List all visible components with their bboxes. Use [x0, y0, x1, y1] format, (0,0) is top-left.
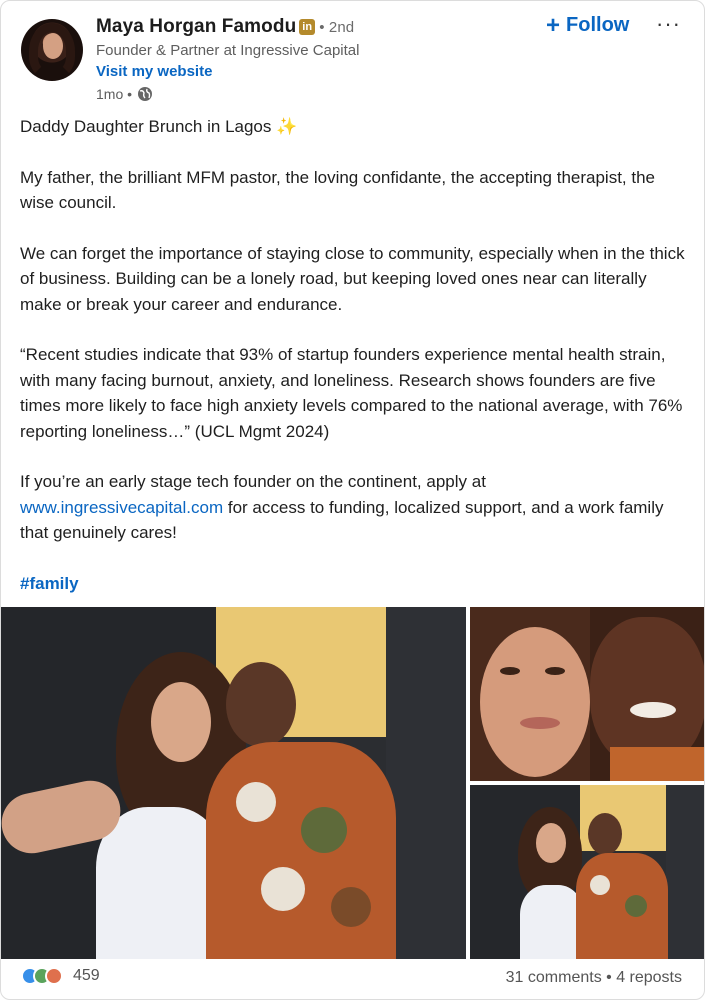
author-avatar[interactable]: [21, 19, 83, 81]
sparkle-emoji: ✨: [276, 117, 298, 136]
post-paragraph-2: My father, the brilliant MFM pastor, the…: [20, 167, 656, 213]
plus-icon: +: [546, 11, 561, 39]
reaction-count: 459: [73, 967, 100, 984]
reaction-icons: [21, 967, 63, 985]
post-paragraph-1: Daddy Daughter Brunch in Lagos ✨: [20, 114, 690, 140]
photo-top-right[interactable]: [470, 607, 704, 781]
photo-grid: [1, 607, 704, 959]
post-body: Daddy Daughter Brunch in Lagos ✨ My fath…: [20, 114, 690, 596]
post-paragraph-1-text: Daddy Daughter Brunch in Lagos: [20, 117, 272, 136]
comments-reposts-count[interactable]: 31 comments • 4 reposts: [506, 969, 682, 987]
more-icon[interactable]: ···: [656, 11, 681, 37]
follow-label: Follow: [566, 14, 630, 36]
globe-icon: [138, 87, 153, 101]
post-card: Maya Horgan Famodu in • 2nd Founder & Part…: [0, 0, 705, 1000]
post-paragraph-5: If you’re an early stage tech founder on…: [20, 469, 690, 546]
photo-main[interactable]: [1, 607, 466, 959]
author-name[interactable]: Maya Horgan Famodu in • 2nd: [96, 16, 354, 38]
follow-button[interactable]: + Follow: [546, 11, 630, 39]
author-name-text[interactable]: Maya Horgan Famodu: [96, 16, 296, 37]
post-paragraph-4: “Recent studies indicate that 93% of sta…: [20, 345, 683, 441]
love-reaction-icon: [45, 967, 63, 985]
photo-bottom-right[interactable]: [470, 785, 704, 959]
post-time-text: 1mo •: [96, 86, 133, 102]
visit-website-link[interactable]: Visit my website: [96, 63, 212, 80]
post-paragraph-5-before: If you’re an early stage tech founder on…: [20, 472, 486, 491]
reactions-summary[interactable]: 459: [21, 967, 100, 985]
post-time: 1mo •: [96, 86, 153, 102]
hashtag-family[interactable]: #family: [20, 571, 690, 597]
linkedin-badge-icon: in: [299, 19, 316, 35]
ingressive-link[interactable]: www.ingressivecapital.com: [20, 498, 223, 517]
post-paragraph-3: We can forget the importance of staying …: [20, 243, 685, 314]
connection-degree: • 2nd: [319, 19, 355, 36]
author-headline: Founder & Partner at Ingressive Capital: [96, 42, 360, 59]
